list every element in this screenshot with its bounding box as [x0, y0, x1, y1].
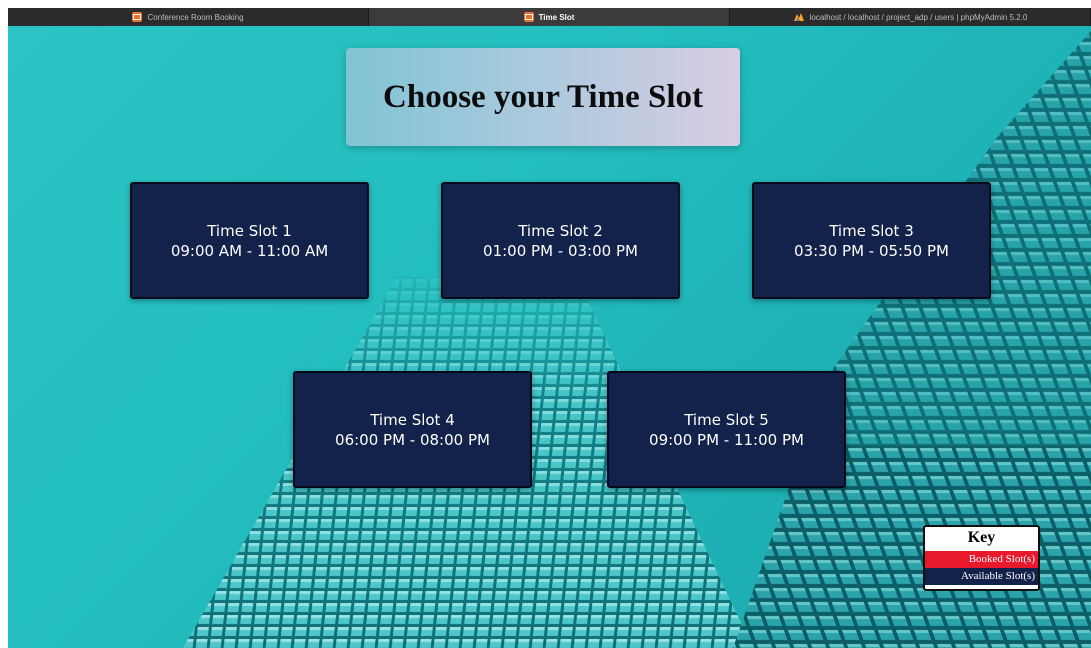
- time-slot-1-button[interactable]: Time Slot 1 09:00 AM - 11:00 AM: [130, 182, 369, 299]
- slot-time: 06:00 PM - 08:00 PM: [335, 430, 490, 449]
- tab-label: Time Slot: [538, 12, 575, 22]
- key-available-label: Available Slot(s): [925, 568, 1038, 585]
- browser-tab-bar: Conference Room Booking Time Slot localh…: [8, 8, 1091, 26]
- tab-time-slot[interactable]: Time Slot: [369, 8, 730, 26]
- tab-label: Conference Room Booking: [147, 12, 244, 22]
- slot-key-legend: Key Booked Slot(s) Available Slot(s): [923, 525, 1040, 591]
- time-slot-5-button[interactable]: Time Slot 5 09:00 PM - 11:00 PM: [607, 371, 846, 488]
- slot-time: 09:00 PM - 11:00 PM: [649, 430, 804, 449]
- tab-phpmyadmin[interactable]: localhost / localhost / project_adp / us…: [730, 8, 1091, 26]
- key-title: Key: [967, 529, 996, 546]
- calendar-app-icon: [132, 12, 143, 22]
- calendar-app-icon: [523, 12, 534, 22]
- slot-name: Time Slot 1: [207, 221, 292, 240]
- slot-time: 03:30 PM - 05:50 PM: [794, 241, 949, 260]
- slot-name: Time Slot 4: [370, 410, 455, 429]
- page-title: Choose your Time Slot: [383, 78, 703, 115]
- slot-time: 09:00 AM - 11:00 AM: [170, 241, 329, 260]
- page-title-box: Choose your Time Slot: [346, 48, 740, 146]
- phpmyadmin-icon: [793, 12, 805, 22]
- slot-time: 01:00 PM - 03:00 PM: [483, 241, 638, 260]
- slot-name: Time Slot 5: [684, 410, 769, 429]
- tab-label: localhost / localhost / project_adp / us…: [809, 12, 1028, 22]
- time-slot-2-button[interactable]: Time Slot 2 01:00 PM - 03:00 PM: [441, 182, 680, 299]
- time-slot-4-button[interactable]: Time Slot 4 06:00 PM - 08:00 PM: [293, 371, 532, 488]
- tab-conference-room-booking[interactable]: Conference Room Booking: [8, 8, 369, 26]
- slot-name: Time Slot 3: [829, 221, 914, 240]
- key-booked-label: Booked Slot(s): [925, 551, 1038, 568]
- slot-name: Time Slot 2: [518, 221, 603, 240]
- time-slot-3-button[interactable]: Time Slot 3 03:30 PM - 05:50 PM: [752, 182, 991, 299]
- page-viewport: Choose your Time Slot Time Slot 1 09:00 …: [8, 26, 1091, 648]
